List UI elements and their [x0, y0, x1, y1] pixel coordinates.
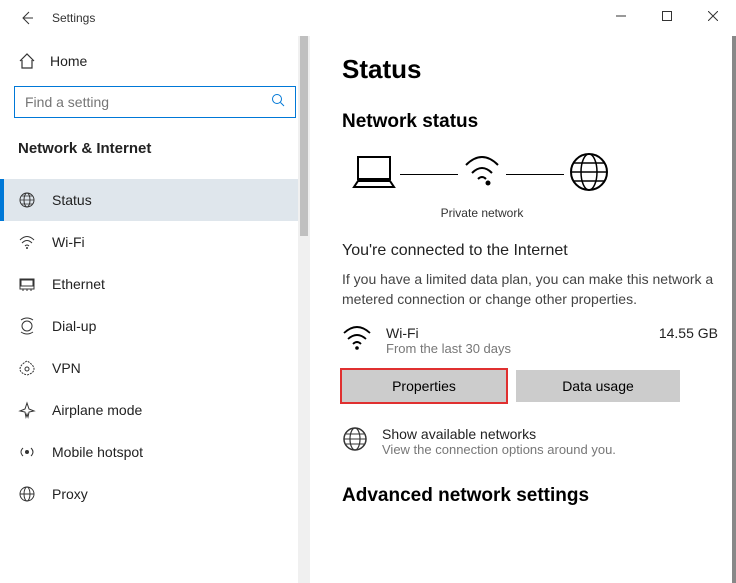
hotspot-icon	[18, 443, 36, 461]
main-content: Status Network status Private network Yo…	[310, 36, 736, 583]
section-title: Network status	[342, 111, 736, 133]
globe-icon	[342, 426, 368, 457]
home-label: Home	[50, 53, 87, 69]
search-input[interactable]	[25, 94, 259, 110]
sidebar-item-label: Proxy	[52, 486, 88, 502]
sidebar-item-label: Wi-Fi	[52, 234, 85, 250]
minimize-button[interactable]	[598, 0, 644, 32]
sidebar-item-label: Airplane mode	[52, 402, 142, 418]
wifi-usage-row: Wi-Fi From the last 30 days 14.55 GB	[342, 325, 736, 356]
window-title: Settings	[52, 11, 95, 25]
sidebar-item-hotspot[interactable]: Mobile hotspot	[0, 431, 310, 473]
wifi-name: Wi-Fi	[386, 325, 645, 341]
show-available-networks[interactable]: Show available networks View the connect…	[342, 426, 736, 457]
airplane-icon	[18, 401, 36, 419]
search-box[interactable]	[14, 86, 296, 118]
sidebar-item-dialup[interactable]: Dial-up	[0, 305, 310, 347]
advanced-section-title: Advanced network settings	[342, 485, 736, 507]
sidebar-item-label: Dial-up	[52, 318, 96, 334]
wifi-signal-icon	[462, 153, 502, 196]
vpn-icon	[18, 359, 36, 377]
main-scrollbar[interactable]	[732, 36, 736, 583]
ethernet-icon	[18, 275, 36, 293]
sidebar-item-ethernet[interactable]: Ethernet	[0, 263, 310, 305]
back-button[interactable]	[14, 10, 40, 26]
sidebar-item-label: Ethernet	[52, 276, 105, 292]
connection-title: You're connected to the Internet	[342, 242, 736, 260]
properties-button[interactable]: Properties	[342, 370, 506, 402]
connector-line	[506, 174, 564, 176]
sidebar-item-vpn[interactable]: VPN	[0, 347, 310, 389]
connector-line	[400, 174, 458, 176]
globe-icon	[18, 191, 36, 209]
wifi-sub: From the last 30 days	[386, 341, 645, 356]
sidebar-scrollbar[interactable]	[298, 36, 310, 583]
page-title: Status	[342, 54, 736, 85]
title-bar: Settings	[0, 0, 736, 36]
sidebar: Home Network & Internet Status Wi-Fi Eth…	[0, 36, 310, 583]
home-icon	[18, 52, 36, 70]
proxy-icon	[18, 485, 36, 503]
available-title: Show available networks	[382, 426, 616, 442]
maximize-button[interactable]	[644, 0, 690, 32]
available-sub: View the connection options around you.	[382, 442, 616, 457]
computer-icon	[352, 153, 396, 196]
search-icon	[271, 93, 285, 112]
wifi-icon	[342, 325, 372, 356]
data-usage-button[interactable]: Data usage	[516, 370, 680, 402]
network-diagram	[342, 151, 736, 198]
connection-description: If you have a limited data plan, you can…	[342, 270, 736, 309]
sidebar-item-airplane[interactable]: Airplane mode	[0, 389, 310, 431]
sidebar-item-proxy[interactable]: Proxy	[0, 473, 310, 515]
sidebar-item-label: VPN	[52, 360, 81, 376]
diagram-caption: Private network	[342, 206, 622, 220]
wifi-icon	[18, 233, 36, 251]
sidebar-item-status[interactable]: Status	[0, 179, 310, 221]
dialup-icon	[18, 317, 36, 335]
close-button[interactable]	[690, 0, 736, 32]
sidebar-item-label: Mobile hotspot	[52, 444, 143, 460]
globe-large-icon	[568, 151, 610, 198]
wifi-usage-value: 14.55 GB	[659, 325, 736, 341]
home-link[interactable]: Home	[0, 52, 310, 70]
sidebar-section-title: Network & Internet	[0, 140, 310, 157]
sidebar-item-wifi[interactable]: Wi-Fi	[0, 221, 310, 263]
sidebar-item-label: Status	[52, 192, 92, 208]
